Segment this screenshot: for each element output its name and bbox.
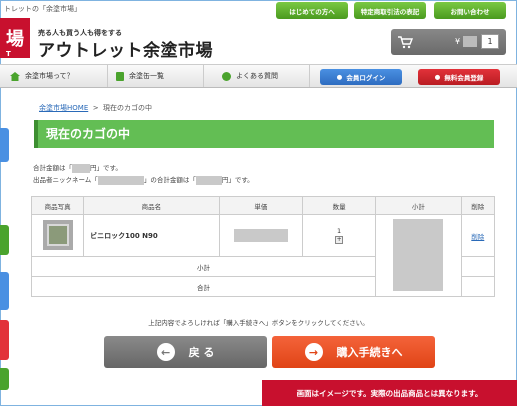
unit-price-cell: [218, 214, 304, 257]
page-title: 現在のカゴの中: [34, 120, 494, 148]
main-nav: 余塗市場って？ 余塗缶一覧 よくある質問 ● 会員ログイン ● 無料会員登録: [0, 64, 517, 88]
table-row: ビニロック100 N90 1 + 削除: [30, 214, 496, 297]
logo-glyph: 場: [6, 29, 24, 50]
delete-link[interactable]: 削除: [471, 233, 484, 241]
proceed-checkout-button[interactable]: → 購入手続きへ: [272, 336, 435, 368]
seller-total-masked: [195, 175, 222, 185]
col-delete: 削除: [460, 196, 496, 215]
site-logo-text[interactable]: アウトレット余塗市場: [38, 36, 213, 61]
seller-suffix: 円」です。: [221, 176, 254, 184]
col-name: 商品名: [83, 196, 220, 215]
seller-prefix: 出品者ニックネーム「: [33, 176, 98, 184]
logo-mark[interactable]: 場: [0, 18, 30, 58]
breadcrumb-separator: >: [92, 104, 99, 112]
unit-price-masked: [233, 229, 288, 242]
col-subtotal: 小計: [375, 196, 462, 215]
arrow-left-icon: ←: [156, 343, 175, 361]
nav-cans-label: 余塗缶一覧: [129, 72, 164, 80]
nav-item-about[interactable]: 余塗市場って？: [10, 65, 108, 87]
arrow-right-icon: →: [304, 343, 323, 361]
qty-plus-button[interactable]: +: [335, 236, 344, 244]
cart-icon: [398, 36, 413, 49]
cart-amount-masked: [463, 36, 477, 47]
subtotal-label: 小計: [30, 256, 377, 277]
login-label: 会員ログイン: [346, 74, 386, 82]
side-tab-green-2[interactable]: [0, 368, 9, 390]
delete-cell: 削除: [460, 214, 496, 257]
total-prefix: 合計金額は「: [33, 164, 72, 172]
breadcrumb: 余塗市場HOME > 現在のカゴの中: [39, 103, 152, 113]
qty-value: 1: [337, 227, 342, 235]
nav-about-label: 余塗市場って？: [25, 72, 74, 80]
col-photo: 商品写真: [30, 196, 85, 215]
home-icon: [10, 71, 20, 81]
cart-summary[interactable]: ¥ 1: [391, 29, 506, 55]
total-suffix: 円」です。: [90, 164, 122, 172]
product-photo-cell: [30, 214, 85, 257]
contact-button[interactable]: お問い合わせ: [434, 2, 506, 19]
total-label: 合計: [30, 276, 377, 297]
product-photo[interactable]: [42, 219, 73, 250]
table-header-row: 商品写真 商品名 単価 数量 小計 削除: [30, 196, 496, 215]
side-tab-blue-1[interactable]: [0, 128, 9, 162]
nav-item-cans[interactable]: 余塗缶一覧: [116, 65, 204, 87]
logo-sub-glyph: T: [6, 50, 11, 58]
cart-count: 1: [481, 34, 499, 49]
breadcrumb-home-link[interactable]: 余塗市場HOME: [39, 104, 88, 112]
subtotal-cell: [375, 214, 462, 297]
image-disclaimer: 画面はイメージです。実際の出品商品とは異なります。: [262, 380, 517, 406]
register-button[interactable]: ● 無料会員登録: [418, 69, 500, 85]
proceed-label: 購入手続きへ: [336, 346, 403, 359]
instruction-text: 上記内容でよろしければ「購入手続きへ」ボタンをクリックしてください。: [148, 319, 369, 327]
question-icon: [222, 71, 231, 81]
login-button[interactable]: ● 会員ログイン: [320, 69, 402, 85]
seller-total-text: 出品者ニックネーム「 」の合計金額は「 円」です。: [33, 174, 254, 185]
qty-cell: 1 +: [302, 214, 377, 257]
first-time-label: はじめての方へ: [289, 7, 335, 16]
commerce-law-label: 特定商取引法の表記: [360, 7, 420, 16]
user-icon: ●: [336, 73, 343, 81]
seller-mid: 」の合計金額は「: [143, 176, 196, 184]
col-qty: 数量: [302, 196, 377, 215]
total-masked: [72, 163, 90, 173]
first-time-button[interactable]: はじめての方へ: [276, 2, 348, 19]
register-label: 無料会員登録: [444, 74, 484, 82]
contact-label: お問い合わせ: [450, 7, 490, 16]
can-icon: [116, 72, 124, 81]
total-empty: [460, 276, 496, 297]
subtotal-masked: [393, 218, 444, 291]
back-button[interactable]: ← 戻 る: [104, 336, 267, 368]
header-tagline-text: トレットの「余塗市場」: [4, 5, 81, 13]
nav-item-faq[interactable]: よくある質問: [222, 65, 310, 87]
back-label: 戻 る: [188, 346, 215, 359]
total-amount-text: 合計金額は「 円」です。: [33, 162, 122, 173]
nav-faq-label: よくある質問: [236, 72, 278, 80]
register-icon: ●: [434, 73, 441, 81]
cart-table: 商品写真 商品名 単価 数量 小計 削除 ビニロック100 N90 1 + 削除…: [30, 196, 496, 297]
breadcrumb-current: 現在のカゴの中: [103, 104, 153, 112]
side-tab-blue-2[interactable]: [0, 272, 9, 310]
commerce-law-button[interactable]: 特定商取引法の表記: [354, 2, 426, 19]
subtotal-empty: [460, 256, 496, 277]
cart-yen: ¥: [455, 37, 461, 46]
col-price: 単価: [218, 196, 304, 215]
side-tab-green[interactable]: [0, 225, 9, 255]
seller-nickname-masked: [97, 175, 144, 185]
product-name[interactable]: ビニロック100 N90: [83, 214, 220, 257]
